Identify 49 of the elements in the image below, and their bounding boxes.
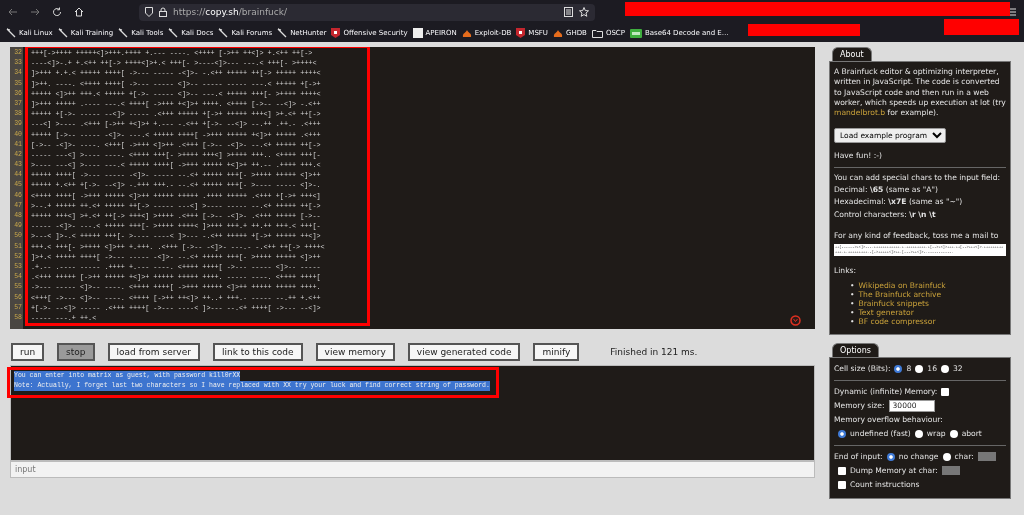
toolbar-button[interactable]: run [11, 343, 45, 361]
radio-button[interactable] [949, 429, 958, 438]
checkbox[interactable] [838, 466, 846, 475]
radio-button[interactable] [894, 364, 903, 373]
status-text: Finished in 121 ms. [610, 347, 698, 357]
address-bar[interactable]: https://copy.sh/brainfuck/ [139, 3, 595, 21]
checkbox[interactable] [838, 480, 846, 489]
radio-button[interactable] [886, 452, 895, 461]
panel-tab[interactable]: Options [832, 342, 879, 357]
shield-icon [516, 28, 526, 38]
lock-icon[interactable] [159, 7, 167, 17]
app-icon [629, 28, 642, 38]
slash-icon [6, 28, 16, 38]
radio-button[interactable] [915, 364, 924, 373]
slash-icon [277, 28, 288, 38]
slash-icon [168, 28, 179, 38]
reader-icon[interactable] [564, 7, 573, 17]
radio-button[interactable] [942, 452, 951, 461]
input-field[interactable]: input [10, 461, 815, 478]
radio-button[interactable] [914, 429, 923, 438]
toolbar-button[interactable]: load from server [107, 343, 200, 361]
menu-icon[interactable] [1007, 8, 1016, 16]
toolbar-button[interactable]: minify [533, 343, 580, 361]
reload-icon[interactable] [52, 7, 62, 17]
char-field[interactable] [941, 466, 960, 476]
shield-icon [331, 28, 341, 38]
radio-button[interactable] [941, 364, 949, 373]
home-icon[interactable] [74, 7, 84, 17]
slash-icon [118, 28, 129, 38]
toolbar-button[interactable]: view memory [315, 343, 395, 361]
star-icon[interactable] [579, 7, 589, 17]
checkbox[interactable] [941, 387, 950, 396]
flame-icon [461, 28, 472, 38]
forward-icon[interactable] [30, 7, 40, 17]
char-field[interactable] [977, 452, 996, 462]
flame-icon [553, 28, 563, 38]
toolbar-button[interactable]: view generated code [407, 343, 521, 361]
toolbar-button[interactable]: stop [57, 343, 95, 361]
radio-button[interactable] [838, 429, 846, 438]
folder-icon [591, 28, 603, 38]
toolbar-button[interactable]: link to this code [212, 343, 303, 361]
square-icon [412, 28, 423, 38]
back-icon[interactable] [8, 7, 18, 17]
slash-icon [218, 28, 229, 38]
slash-icon [57, 28, 68, 38]
url-text[interactable]: https://copy.sh/brainfuck/ [173, 7, 558, 17]
panel-tab[interactable]: About [832, 47, 872, 61]
shield-icon[interactable] [145, 7, 153, 17]
circle-icon[interactable] [790, 315, 801, 326]
